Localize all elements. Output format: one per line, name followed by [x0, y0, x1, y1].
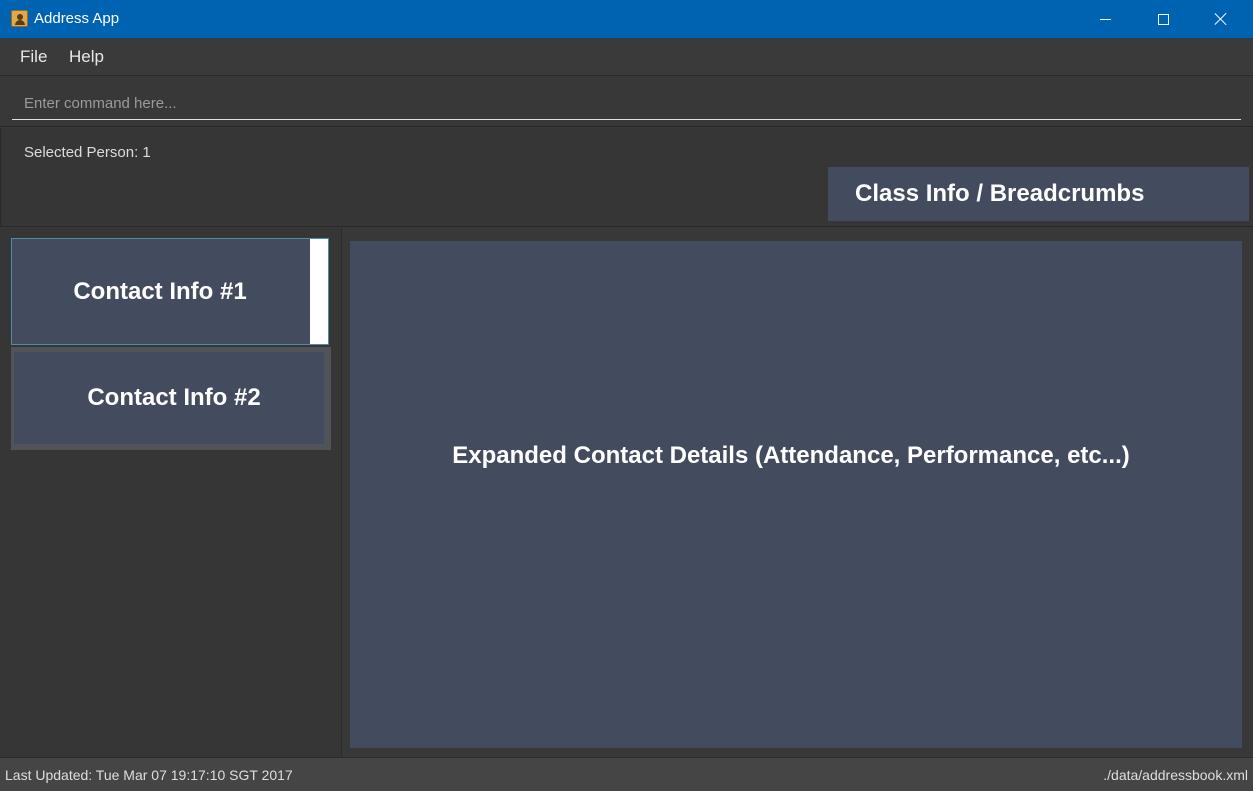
contact-card[interactable]: Contact Info #2	[14, 352, 324, 444]
title-bar[interactable]: Address App	[0, 0, 1253, 38]
address-book-icon	[11, 10, 28, 27]
app-window: Address App File Help Selected Person: 1…	[0, 0, 1253, 791]
command-input[interactable]	[12, 87, 1241, 120]
menu-file[interactable]: File	[20, 47, 47, 67]
minimize-button[interactable]	[1076, 0, 1134, 38]
contact-card-label: Contact Info #1	[73, 277, 247, 305]
minimize-icon	[1099, 18, 1111, 20]
breadcrumb-label: Class Info / Breadcrumbs	[855, 180, 1145, 207]
last-updated-text: Last Updated: Tue Mar 07 19:17:10 SGT 20…	[5, 767, 293, 783]
result-text: Selected Person: 1	[24, 144, 151, 161]
person-list-panel: Contact Info #1 Contact Info #2	[0, 228, 342, 757]
window-title: Address App	[34, 10, 120, 27]
contact-details-panel: Expanded Contact Details (Attendance, Pe…	[350, 241, 1242, 748]
details-text: Expanded Contact Details (Attendance, Pe…	[452, 441, 1130, 469]
menu-bar: File Help	[0, 38, 1253, 76]
list-item[interactable]: Contact Info #1	[11, 238, 329, 345]
command-box	[0, 76, 1253, 127]
list-scrollbar[interactable]	[310, 239, 328, 344]
file-path-text: ./data/addressbook.xml	[1103, 767, 1248, 783]
list-item[interactable]: Contact Info #2	[11, 347, 331, 450]
status-bar: Last Updated: Tue Mar 07 19:17:10 SGT 20…	[0, 757, 1253, 791]
contact-card-label: Contact Info #2	[87, 384, 261, 411]
menu-help[interactable]: Help	[69, 47, 104, 67]
close-button[interactable]	[1192, 0, 1250, 38]
result-display: Selected Person: 1 Class Info / Breadcru…	[0, 128, 1253, 227]
maximize-icon	[1157, 13, 1169, 25]
maximize-button[interactable]	[1134, 0, 1192, 38]
close-icon	[1214, 12, 1228, 26]
breadcrumb[interactable]: Class Info / Breadcrumbs	[828, 167, 1249, 221]
